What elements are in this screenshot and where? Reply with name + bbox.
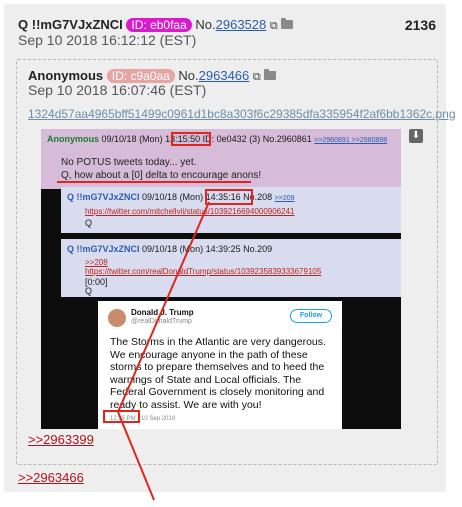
s3-header: 09/10/18 (Mon) 14:39:25 No.209 [142,244,273,254]
s1-id: ID: 0e0432 (3) [202,134,261,144]
follow-button: Follow [290,309,332,323]
time-highlight-2 [205,189,253,205]
s2-link: https://twitter.com/mitchellvii/status/1… [85,207,295,216]
folder-icon[interactable] [281,18,294,30]
time-highlight-3 [103,410,140,423]
backlink-inner[interactable]: >>2963399 [28,432,94,447]
quoted-post-date: Sep 10 2018 16:07:46 (EST) [28,82,207,98]
quoted-number-prefix: No. [178,68,199,83]
download-icon[interactable]: ⬇ [409,129,423,143]
post-header: Q !!mG7VJxZNCI ID: eb0faa No.2963528 ⧉ [18,17,294,33]
underline-mark [57,181,251,183]
quoted-poster-name: Anonymous [28,68,104,83]
time-highlight-1 [171,132,211,146]
s2-name: Q !!mG7VJxZNCI [67,192,140,202]
quoted-poster-id-badge[interactable]: ID: c9a0aa [106,69,175,83]
tweet-author-handle: @realDonaldTrump [131,318,192,325]
s3-name: Q !!mG7VJxZNCI [67,244,140,254]
s2-date: 09/10/18 (Mon) [142,192,204,202]
screenshot-post-1: Anonymous 09/10/18 (Mon) 13:15:50 ID: 0e… [41,129,401,189]
s1-refs: >>2960891 >>2960898 [314,137,388,144]
quoted-post-number-link[interactable]: 2963466 [199,68,250,83]
tweet-date: 10 Sep 2018 [141,416,176,422]
post-number-link[interactable]: 2963528 [216,17,267,32]
poster-id-badge[interactable]: ID: eb0faa [126,18,192,32]
external-link-icon[interactable]: ⧉ [270,20,278,32]
s2-sig: Q [85,218,93,228]
post-date: Sep 10 2018 16:12:12 (EST) [18,32,197,48]
s1-line1: No POTUS tweets today... yet. [61,157,197,168]
post-container: Q !!mG7VJxZNCI ID: eb0faa No.2963528 ⧉ 2… [4,4,456,492]
post-number-prefix: No. [195,17,216,32]
tweet-text: The Storms in the Atlantic are very dang… [110,336,329,411]
tweet-author-name: Donald J. Trump [131,308,194,317]
poster-tripcode: !!mG7VJxZNCI [31,17,123,32]
reply-count: 2136 [404,17,436,33]
image-filename-link[interactable]: 1324d57aa4965bff51499c0961d1bc8a303f6c29… [28,107,456,121]
s3-sig: Q [85,286,93,296]
folder-icon[interactable] [264,69,277,81]
poster-name: Q [18,17,29,32]
avatar [108,309,126,327]
s1-name: Anonymous [47,134,100,144]
backlink-outer[interactable]: >>2963466 [18,470,84,485]
screenshot-post-3: Q !!mG7VJxZNCI 09/10/18 (Mon) 14:39:25 N… [61,239,401,297]
attached-screenshot[interactable]: Anonymous 09/10/18 (Mon) 13:15:50 ID: 0e… [41,129,401,429]
s1-line2: Q, how about a [0] delta to encourage an… [61,170,262,181]
s1-date: 09/10/18 (Mon) [101,134,163,144]
s3-ref: >>208 [85,258,108,267]
s3-link: https://twitter.com/realDonaldTrump/stat… [85,267,322,276]
external-link-icon[interactable]: ⧉ [253,71,261,83]
s2-ref: >>209 [274,195,295,202]
s1-no: No.2960861 [262,134,312,144]
